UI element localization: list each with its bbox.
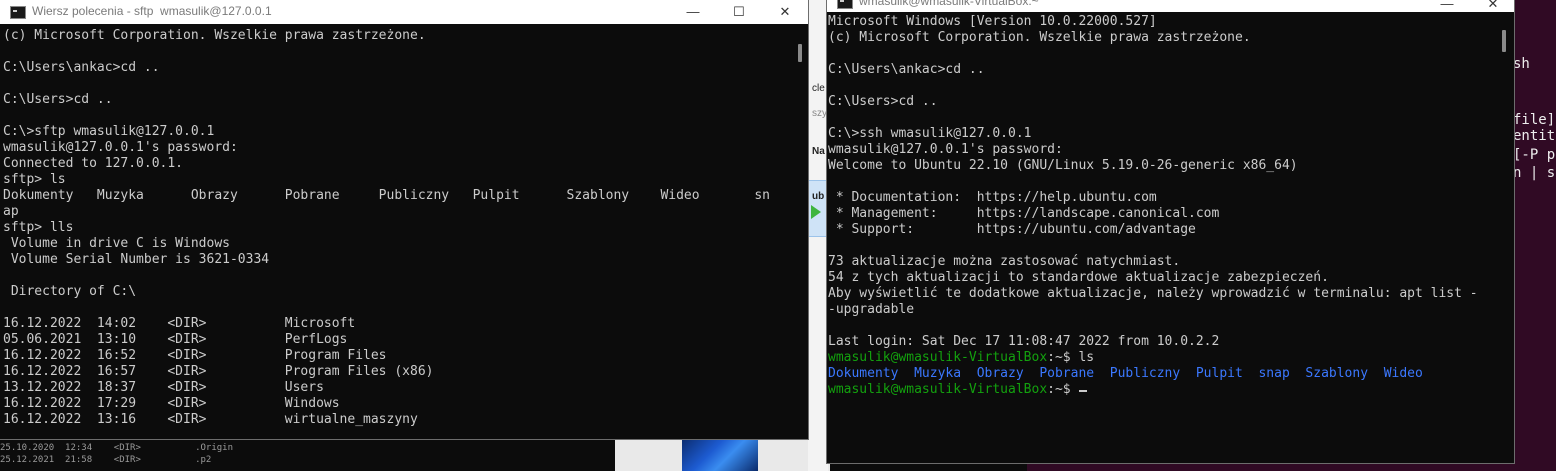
terminal-line: * Support: https://ubuntu.com/advantage bbox=[828, 222, 1196, 237]
text-cursor bbox=[1079, 390, 1088, 392]
terminal-line: (c) Microsoft Corporation. Wszelkie praw… bbox=[3, 28, 426, 43]
terminal-line: Connected to 127.0.0.1. bbox=[3, 156, 184, 171]
window-titlebar[interactable]: wmasulik@wmasulik-VirtualBox:~ — ✕ bbox=[827, 0, 1514, 12]
terminal-line: 16.12.2022 14:02 <DIR> Microsoft bbox=[3, 316, 356, 331]
vbox-label: Na bbox=[812, 146, 825, 157]
prompt-path: :~$ bbox=[1047, 382, 1079, 397]
terminal-line: Volume Serial Number is 3621-0334 bbox=[3, 252, 270, 267]
command-text: ls bbox=[1078, 350, 1095, 365]
terminal-line: C:\Users\ankac>cd .. bbox=[828, 62, 985, 77]
ubuntu-text: entit bbox=[1513, 128, 1556, 144]
vbox-label: szy bbox=[812, 108, 827, 119]
terminal-line: sftp> lls bbox=[3, 220, 74, 235]
terminal-line: C:\>sftp wmasulik@127.0.0.1 bbox=[3, 124, 215, 139]
terminal-output[interactable]: (c) Microsoft Corporation. Wszelkie praw… bbox=[3, 28, 783, 433]
terminal-line: Aby wyświetlić te dodatkowe aktualizacje… bbox=[828, 286, 1478, 301]
scrollbar-thumb[interactable] bbox=[798, 44, 802, 62]
terminal-line: C:\>ssh wmasulik@127.0.0.1 bbox=[828, 126, 1032, 141]
ubuntu-text: n | st bbox=[1513, 165, 1556, 181]
close-button[interactable]: ✕ bbox=[762, 0, 808, 24]
sftp-command-prompt-window[interactable]: Wiersz polecenia - sftp wmasulik@127.0.0… bbox=[0, 0, 809, 440]
terminal-line: Last login: Sat Dec 17 11:08:47 2022 fro… bbox=[828, 334, 1220, 349]
terminal-line: 16.12.2022 16:57 <DIR> Program Files (x8… bbox=[3, 364, 434, 379]
terminal-line: Volume in drive C is Windows bbox=[3, 236, 230, 251]
cmd-app-icon bbox=[837, 0, 853, 9]
terminal-line: 16.12.2022 13:16 <DIR> wirtualne_maszyny bbox=[3, 412, 418, 427]
prompt-path: :~$ bbox=[1047, 350, 1079, 365]
vertical-scrollbar[interactable] bbox=[795, 24, 807, 438]
terminal-line: ap bbox=[3, 204, 19, 219]
ubuntu-text: sh bbox=[1513, 56, 1530, 72]
terminal-line: 16.12.2022 16:52 <DIR> Program Files bbox=[3, 348, 387, 363]
vm-name-label: ub bbox=[812, 191, 825, 202]
wallpaper-thumbnail bbox=[682, 437, 758, 471]
terminal-line: Dokumenty Muzyka Obrazy Pobrane Publiczn… bbox=[3, 188, 771, 203]
terminal-line: sftp> ls bbox=[3, 172, 66, 187]
bg-line: 25.12.2021 21:58 <DIR> .p2 bbox=[0, 455, 212, 465]
minimize-button[interactable]: — bbox=[1424, 0, 1470, 12]
terminal-line: 73 aktualizacje można zastosować natychm… bbox=[828, 254, 1181, 269]
terminal-line: -upgradable bbox=[828, 302, 915, 317]
shell-prompt-line: wmasulik@wmasulik-VirtualBox:~$ bbox=[828, 382, 1494, 398]
terminal-output[interactable]: Microsoft Windows [Version 10.0.22000.52… bbox=[828, 14, 1494, 459]
maximize-button[interactable]: ☐ bbox=[716, 0, 762, 24]
terminal-line: Microsoft Windows [Version 10.0.22000.52… bbox=[828, 14, 1157, 29]
window-title: wmasulik@wmasulik-VirtualBox:~ bbox=[859, 0, 1039, 8]
prompt-user-host: wmasulik@wmasulik-VirtualBox bbox=[828, 382, 1048, 397]
scrollbar-thumb[interactable] bbox=[1502, 30, 1506, 52]
bg-line: 25.10.2020 12:34 <DIR> .Origin bbox=[0, 443, 233, 453]
terminal-line: 05.06.2021 13:10 <DIR> PerfLogs bbox=[3, 332, 348, 347]
ubuntu-text: file] bbox=[1513, 112, 1556, 128]
vertical-scrollbar[interactable] bbox=[1499, 12, 1511, 462]
terminal-line: (c) Microsoft Corporation. Wszelkie praw… bbox=[828, 30, 1251, 45]
terminal-line: * Documentation: https://help.ubuntu.com bbox=[828, 190, 1157, 205]
terminal-line: C:\Users>cd .. bbox=[3, 92, 113, 107]
window-title: Wiersz polecenia - sftp wmasulik@127.0.0… bbox=[32, 4, 272, 18]
terminal-line: wmasulik@127.0.0.1's password: bbox=[828, 142, 1063, 157]
virtualbox-manager-window[interactable]: cle V szy Na ub bbox=[808, 0, 828, 471]
ubuntu-terminal-background: sh file] entit [-P p n | st bbox=[1513, 0, 1556, 471]
shell-prompt-line: wmasulik@wmasulik-VirtualBox:~$ ls bbox=[828, 350, 1494, 366]
cmd-app-icon bbox=[10, 6, 26, 19]
terminal-line: 54 z tych aktualizacji to standardowe ak… bbox=[828, 270, 1329, 285]
terminal-line: Directory of C:\ bbox=[3, 284, 137, 299]
minimize-button[interactable]: — bbox=[670, 0, 716, 24]
running-arrow-icon bbox=[811, 205, 821, 219]
terminal-line: * Management: https://landscape.canonica… bbox=[828, 206, 1220, 221]
ls-output-line: Dokumenty Muzyka Obrazy Pobrane Publiczn… bbox=[828, 366, 1423, 381]
terminal-line: Welcome to Ubuntu 22.10 (GNU/Linux 5.19.… bbox=[828, 158, 1298, 173]
ubuntu-text: [-P p bbox=[1513, 147, 1556, 163]
terminal-line: 16.12.2022 17:29 <DIR> Windows bbox=[3, 396, 340, 411]
close-button[interactable]: ✕ bbox=[1470, 0, 1514, 12]
ssh-command-prompt-window[interactable]: wmasulik@wmasulik-VirtualBox:~ — ✕ Micro… bbox=[826, 0, 1515, 464]
ubuntu-terminal-strip bbox=[1027, 463, 1513, 471]
terminal-line: C:\Users>cd .. bbox=[828, 94, 938, 109]
terminal-line: wmasulik@127.0.0.1's password: bbox=[3, 140, 238, 155]
terminal-line: C:\Users\ankac>cd .. bbox=[3, 60, 160, 75]
window-titlebar[interactable]: Wiersz polecenia - sftp wmasulik@127.0.0… bbox=[0, 0, 808, 24]
terminal-line: 13.12.2022 18:37 <DIR> Users bbox=[3, 380, 324, 395]
prompt-user-host: wmasulik@wmasulik-VirtualBox bbox=[828, 350, 1048, 365]
